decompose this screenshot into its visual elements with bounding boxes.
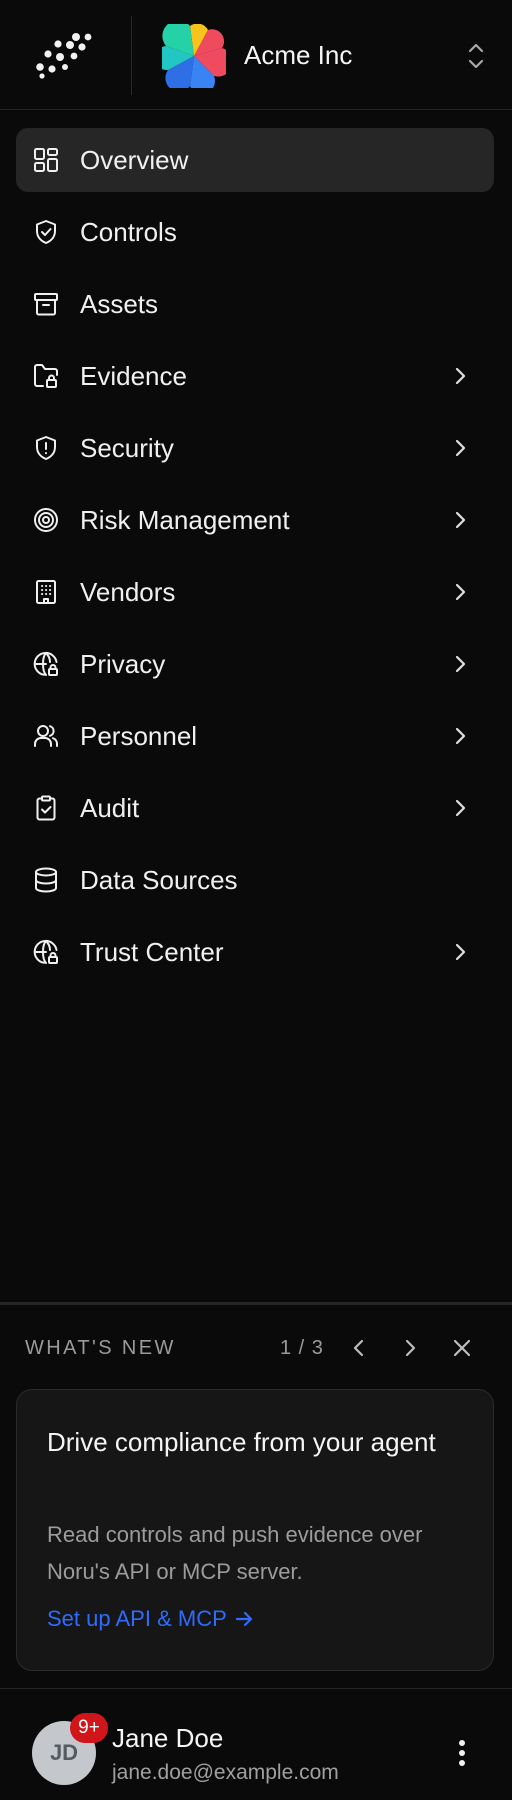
whats-new-counter: 1 / 3 [280,1337,324,1359]
shield-check-icon [36,220,56,244]
nav-item-overview[interactable]: Overview [16,128,494,192]
org-logo-icon [162,24,226,88]
nav-item-label: Audit [80,793,140,823]
nav-item-vendors[interactable]: Vendors [16,560,494,624]
nav-item-label: Evidence [80,361,187,391]
user-name: Jane Doe [112,1723,224,1753]
nav-item-label: Risk Management [80,505,290,535]
arrow-right-icon [235,1611,252,1627]
brand-logo-icon[interactable] [32,31,96,79]
shield-alert-icon [36,436,56,460]
nav-item-trust-center[interactable]: Trust Center [16,920,494,984]
globe-lock-icon [33,651,58,676]
sidebar-header: Acme Inc [0,0,512,110]
nav-item-assets[interactable]: Assets [16,272,494,336]
chevron-right-icon [455,799,466,817]
globe-lock-icon [33,939,58,964]
chevron-right-icon [455,583,466,601]
nav-item-risk-management[interactable]: Risk Management [16,488,494,552]
notification-badge: 9+ [70,1713,108,1743]
setup-api-link-label: Set up API & MCP [47,1606,227,1631]
nav-item-label: Controls [80,217,177,247]
nav-item-data-sources[interactable]: Data Sources [16,848,494,912]
whats-new-card-body: Read controls and push evidence over Nor… [47,1522,423,1584]
nav-item-security[interactable]: Security [16,416,494,480]
chevron-left-icon[interactable] [346,1335,372,1361]
chevron-right-icon [455,943,466,961]
nav-item-privacy[interactable]: Privacy [16,632,494,696]
building-icon [36,580,56,604]
chevron-right-icon [455,727,466,745]
nav-item-controls[interactable]: Controls [16,200,494,264]
nav-item-label: Security [80,433,174,463]
nav-item-label: Trust Center [80,937,224,967]
nav-item-label: Vendors [80,577,176,607]
grid-icon [34,148,58,172]
user-profile[interactable]: JD 9+ Jane Doe jane.doe@example.com [0,1688,512,1800]
whats-new-panel: WHAT'S NEW 1 / 3 Drive compliance from y… [0,1302,512,1688]
nav-item-label: Data Sources [80,865,238,895]
whats-new-card: Drive compliance from your agent Read co… [16,1389,494,1671]
whats-new-title: WHAT'S NEW [25,1337,176,1359]
nav-item-evidence[interactable]: Evidence [16,344,494,408]
org-switcher[interactable]: Acme Inc [150,18,490,94]
database-icon [35,867,57,893]
chevron-right-icon[interactable] [397,1335,423,1361]
chevron-right-icon [455,655,466,673]
close-icon[interactable] [449,1335,475,1361]
org-name: Acme Inc [244,40,353,70]
folder-lock-icon [34,364,58,388]
nav-item-personnel[interactable]: Personnel [16,704,494,768]
sidebar: Acme Inc Overview Controls Assets Eviden… [0,0,512,1800]
setup-api-link[interactable]: Set up API & MCP [47,1606,255,1632]
nav-item-label: Privacy [80,649,166,679]
nav-item-label: Personnel [80,721,198,751]
nav-item-audit[interactable]: Audit [16,776,494,840]
chevron-right-icon [455,367,466,385]
clipboard-check-icon [36,795,56,821]
chevron-right-icon [455,439,466,457]
main-nav: Overview Controls Assets Evidence Securi… [0,128,512,992]
whats-new-card-title: Drive compliance from your agent [47,1427,436,1457]
users-icon [34,725,58,747]
header-divider [131,16,132,95]
more-vertical-icon[interactable] [448,1737,476,1769]
user-email: jane.doe@example.com [112,1761,339,1784]
chevrons-up-down-icon [468,43,484,69]
chevron-right-icon [455,511,466,529]
target-icon [34,508,58,532]
archive-icon [34,293,58,316]
nav-item-label: Assets [80,289,159,319]
nav-item-label: Overview [80,145,189,175]
